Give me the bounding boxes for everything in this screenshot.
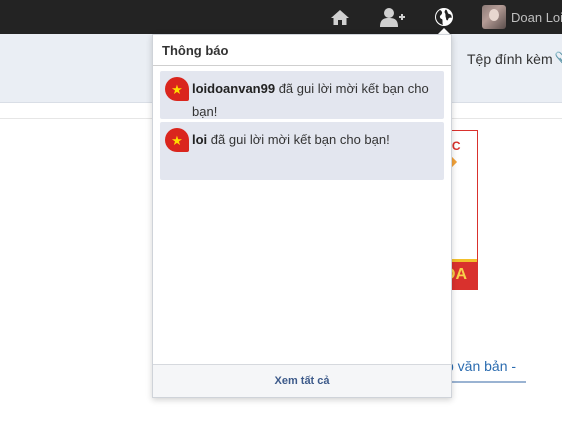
vietnam-flag-icon: ★ [165, 128, 189, 152]
username: Doan Loi [511, 9, 562, 25]
link-underline [440, 381, 526, 383]
dropdown-footer: Xem tất cả [153, 364, 451, 397]
user-menu[interactable]: Doan Loi [482, 0, 562, 34]
notification-text: loi đã gui lời mời kết bạn cho bạn! [192, 128, 390, 151]
notification-user[interactable]: loidoanvan99 [192, 81, 275, 96]
document-link[interactable]: p văn bản - [446, 358, 516, 374]
notification-text: loidoanvan99 đã gui lời mời kết bạn cho … [192, 77, 438, 123]
top-navbar: Doan Loi [0, 0, 562, 34]
dropdown-title: Thông báo [153, 35, 451, 66]
notification-item[interactable]: ★ loidoanvan99 đã gui lời mời kết bạn ch… [160, 71, 444, 119]
paperclip-icon: 📎 [555, 51, 562, 67]
vietnam-flag-icon: ★ [165, 77, 189, 101]
notification-message: đã gui lời mời kết bạn cho bạn! [207, 132, 390, 147]
notification-dropdown: Thông báo ★ loidoanvan99 đã gui lời mời … [152, 34, 452, 398]
attachments-label: Tệp đính kèm [467, 51, 553, 67]
see-all-link[interactable]: Xem tất cả [274, 375, 329, 387]
avatar [482, 5, 506, 29]
notification-list: ★ loidoanvan99 đã gui lời mời kết bạn ch… [153, 66, 451, 180]
notification-item[interactable]: ★ loi đã gui lời mời kết bạn cho bạn! [160, 122, 444, 180]
home-icon[interactable] [326, 0, 354, 34]
notification-user[interactable]: loi [192, 132, 207, 147]
user-plus-icon[interactable] [378, 0, 408, 34]
attachments-link[interactable]: Tệp đính kèm📎 [467, 51, 562, 68]
